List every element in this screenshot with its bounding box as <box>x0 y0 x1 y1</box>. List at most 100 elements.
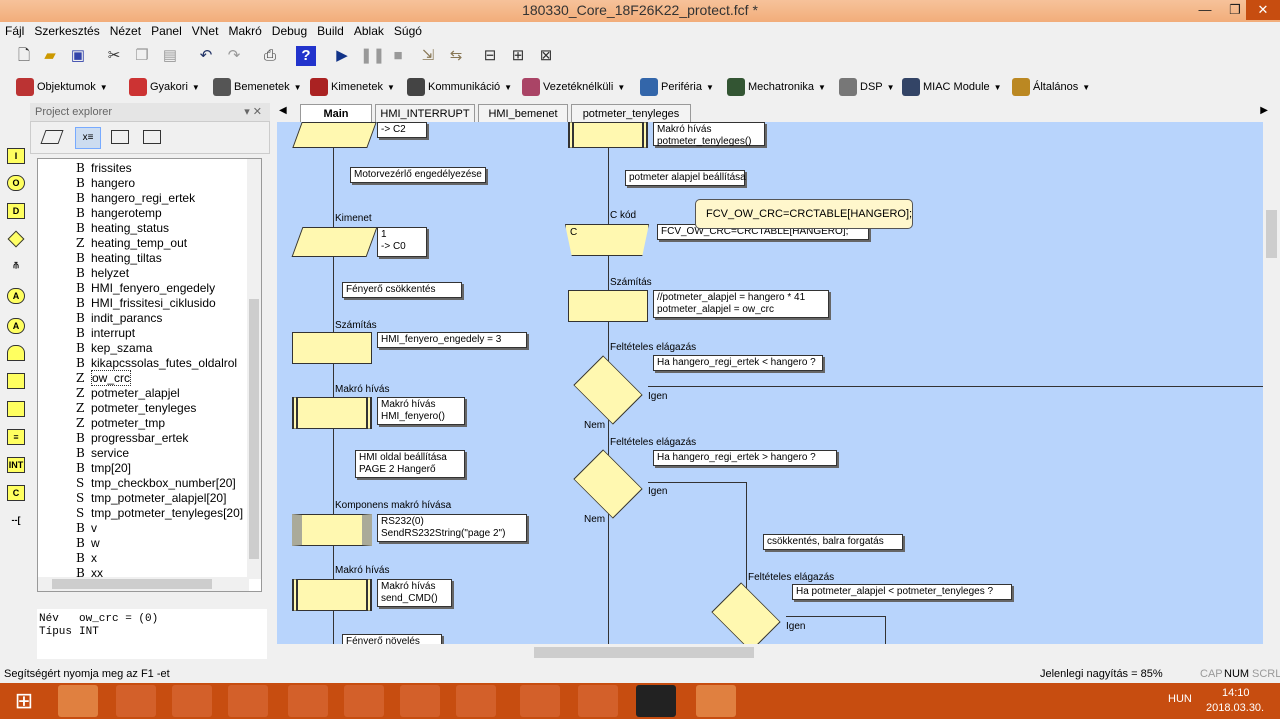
menu-window[interactable]: Ablak <box>349 22 389 41</box>
calculation-icon[interactable]: ≡ <box>7 429 25 445</box>
comment-icon[interactable]: --[ <box>7 513 25 529</box>
tree-horizontal-scrollbar[interactable] <box>38 577 249 591</box>
comment[interactable]: Motorvezérlő engedélyezése <box>350 167 486 183</box>
variables-tab-icon[interactable]: x≡ <box>75 127 101 149</box>
tree-item[interactable]: Bhangerotemp <box>76 206 162 221</box>
tree-item[interactable]: Stmp_checkbox_number[20] <box>76 476 236 491</box>
paste-icon[interactable]: ▤ <box>160 46 180 66</box>
flowcode-task-icon[interactable] <box>58 685 98 717</box>
comment[interactable]: 1 -> C0 <box>377 227 427 257</box>
menu-debug[interactable]: Debug <box>267 22 312 41</box>
decision-block[interactable] <box>573 449 643 519</box>
print-icon[interactable]: ⎙ <box>260 46 280 66</box>
menu-file[interactable]: Fájl <box>0 22 29 41</box>
comment[interactable]: csökkentés, balra forgatás <box>763 534 903 550</box>
minimize-button[interactable]: — <box>1190 0 1220 20</box>
delay-icon[interactable]: D <box>7 203 25 219</box>
tab-main[interactable]: Main <box>300 104 372 122</box>
menu-edit[interactable]: Szerkesztés <box>29 22 104 41</box>
mail-task-icon[interactable] <box>288 685 328 717</box>
clock-time[interactable]: 14:10 <box>1222 687 1250 699</box>
step-into-icon[interactable]: ⇲ <box>418 46 438 66</box>
device-task-icon[interactable] <box>578 685 618 717</box>
macro-icon[interactable] <box>7 373 25 389</box>
tab-hmi-interrupt[interactable]: HMI_INTERRUPT <box>375 104 475 122</box>
canvas-vertical-scrollbar[interactable] <box>1263 122 1280 644</box>
tab-scroll-left-icon[interactable]: ◀ <box>279 105 287 116</box>
calculation-block[interactable] <box>568 290 648 322</box>
cat-wireless[interactable]: Vezetéknélküli ▼ <box>522 77 625 97</box>
flowchart-canvas[interactable]: -> C2 Motorvezérlő engedélyezése Kimenet… <box>277 122 1263 644</box>
switch-icon[interactable]: ⫚ <box>7 258 25 274</box>
canvas-horizontal-scrollbar[interactable] <box>277 644 1263 661</box>
compile-icon[interactable]: ⊞ <box>508 46 528 66</box>
menu-help[interactable]: Súgó <box>389 22 427 41</box>
tree-item[interactable]: Stmp_potmeter_alapjel[20] <box>76 491 226 506</box>
c-code-icon[interactable]: C <box>7 485 25 501</box>
tree-item[interactable]: Bkikapcssolas_futes_oldalrol <box>76 356 237 371</box>
cat-dsp[interactable]: DSP ▼ <box>839 77 895 97</box>
tree-item[interactable]: Bw <box>76 536 100 551</box>
menu-build[interactable]: Build <box>312 22 349 41</box>
loop-icon[interactable]: A <box>7 318 25 334</box>
step-over-icon[interactable]: ⇆ <box>446 46 466 66</box>
comment[interactable]: HMI_fenyero_engedely = 3 <box>377 332 527 348</box>
app-task-icon[interactable] <box>228 685 268 717</box>
language-indicator[interactable]: HUN <box>1168 693 1192 705</box>
comment[interactable]: RS232(0) SendRS232String("page 2") <box>377 514 527 542</box>
pin-close-icon[interactable]: ▾ ✕ <box>244 103 262 121</box>
close-button[interactable]: ✕ <box>1246 0 1280 20</box>
calc-icon[interactable]: A <box>7 288 25 304</box>
comment[interactable]: //potmeter_alapjel = hangero * 41 potmete… <box>653 290 829 318</box>
tree-item[interactable]: Zpotmeter_tmp <box>76 416 165 431</box>
comment[interactable]: Ha hangero_regi_ertek < hangero ? <box>653 355 823 371</box>
tree-item[interactable]: Binterrupt <box>76 326 135 341</box>
pl-task-icon[interactable] <box>344 685 384 717</box>
calculation-block[interactable] <box>292 332 372 364</box>
run-icon[interactable]: ▶ <box>332 46 352 66</box>
tree-item[interactable]: B HMI_frissitesi_ciklusido <box>76 296 216 311</box>
clock-date[interactable]: 2018.03.30. <box>1206 702 1264 714</box>
new-file-icon[interactable]: 🗋 <box>14 46 34 66</box>
chip-icon[interactable]: ⊟ <box>480 46 500 66</box>
macros-tab-icon[interactable] <box>111 130 129 144</box>
program-icon[interactable]: ⊠ <box>536 46 556 66</box>
decision-icon[interactable] <box>7 230 25 248</box>
redo-icon[interactable]: ↷ <box>224 46 244 66</box>
copy-icon[interactable]: ❐ <box>132 46 152 66</box>
component-macro-block[interactable] <box>292 514 372 546</box>
tree-item[interactable]: Zpotmeter_alapjel <box>76 386 180 401</box>
cat-mechatronics[interactable]: Mechatronika ▼ <box>727 77 826 97</box>
stop-icon[interactable]: ■ <box>388 46 408 66</box>
decision-block[interactable] <box>711 582 781 644</box>
gimp-task-icon[interactable] <box>456 685 496 717</box>
tree-item-selected[interactable]: Zow_crc <box>76 370 132 386</box>
tree-item[interactable]: Bx <box>76 551 97 566</box>
comment[interactable]: Fényerő csökkentés <box>342 282 462 298</box>
output-block[interactable] <box>292 122 377 148</box>
tree-item[interactable]: Bprogressbar_ertek <box>76 431 188 446</box>
tool-task-icon[interactable] <box>520 685 560 717</box>
chrome-task-icon[interactable] <box>172 685 212 717</box>
comment[interactable]: Fényerő növelés <box>342 634 442 644</box>
comment[interactable]: potmeter alapjel beállítása <box>625 170 746 186</box>
cat-common[interactable]: Gyakori ▼ <box>129 77 200 97</box>
tree-item[interactable]: Bfrissites <box>76 161 132 176</box>
tab-hmi-bemenet[interactable]: HMI_bemenet <box>478 104 568 122</box>
undo-icon[interactable]: ↶ <box>196 46 216 66</box>
cat-peripheral[interactable]: Periféria ▼ <box>640 77 714 97</box>
tree-item[interactable]: Bheating_tiltas <box>76 251 162 266</box>
comment[interactable]: Ha hangero_regi_ertek > hangero ? <box>653 450 837 466</box>
open-folder-icon[interactable]: ▰ <box>40 46 60 66</box>
paint-task-icon[interactable] <box>400 685 440 717</box>
loop-start-icon[interactable] <box>7 345 25 361</box>
output-icon[interactable]: O <box>7 175 25 191</box>
cat-inputs[interactable]: Bemenetek ▼ <box>213 77 302 97</box>
active-task-icon[interactable] <box>696 685 736 717</box>
tree-item[interactable]: Btmp[20] <box>76 461 131 476</box>
tree-item[interactable]: Bhelyzet <box>76 266 129 281</box>
tree-item[interactable]: Bhangero_regi_ertek <box>76 191 195 206</box>
comment[interactable]: Makró hívás potmeter_tenyleges() <box>653 122 765 147</box>
interrupt-icon[interactable]: INT <box>7 457 25 473</box>
menu-vnet[interactable]: VNet <box>187 22 224 41</box>
